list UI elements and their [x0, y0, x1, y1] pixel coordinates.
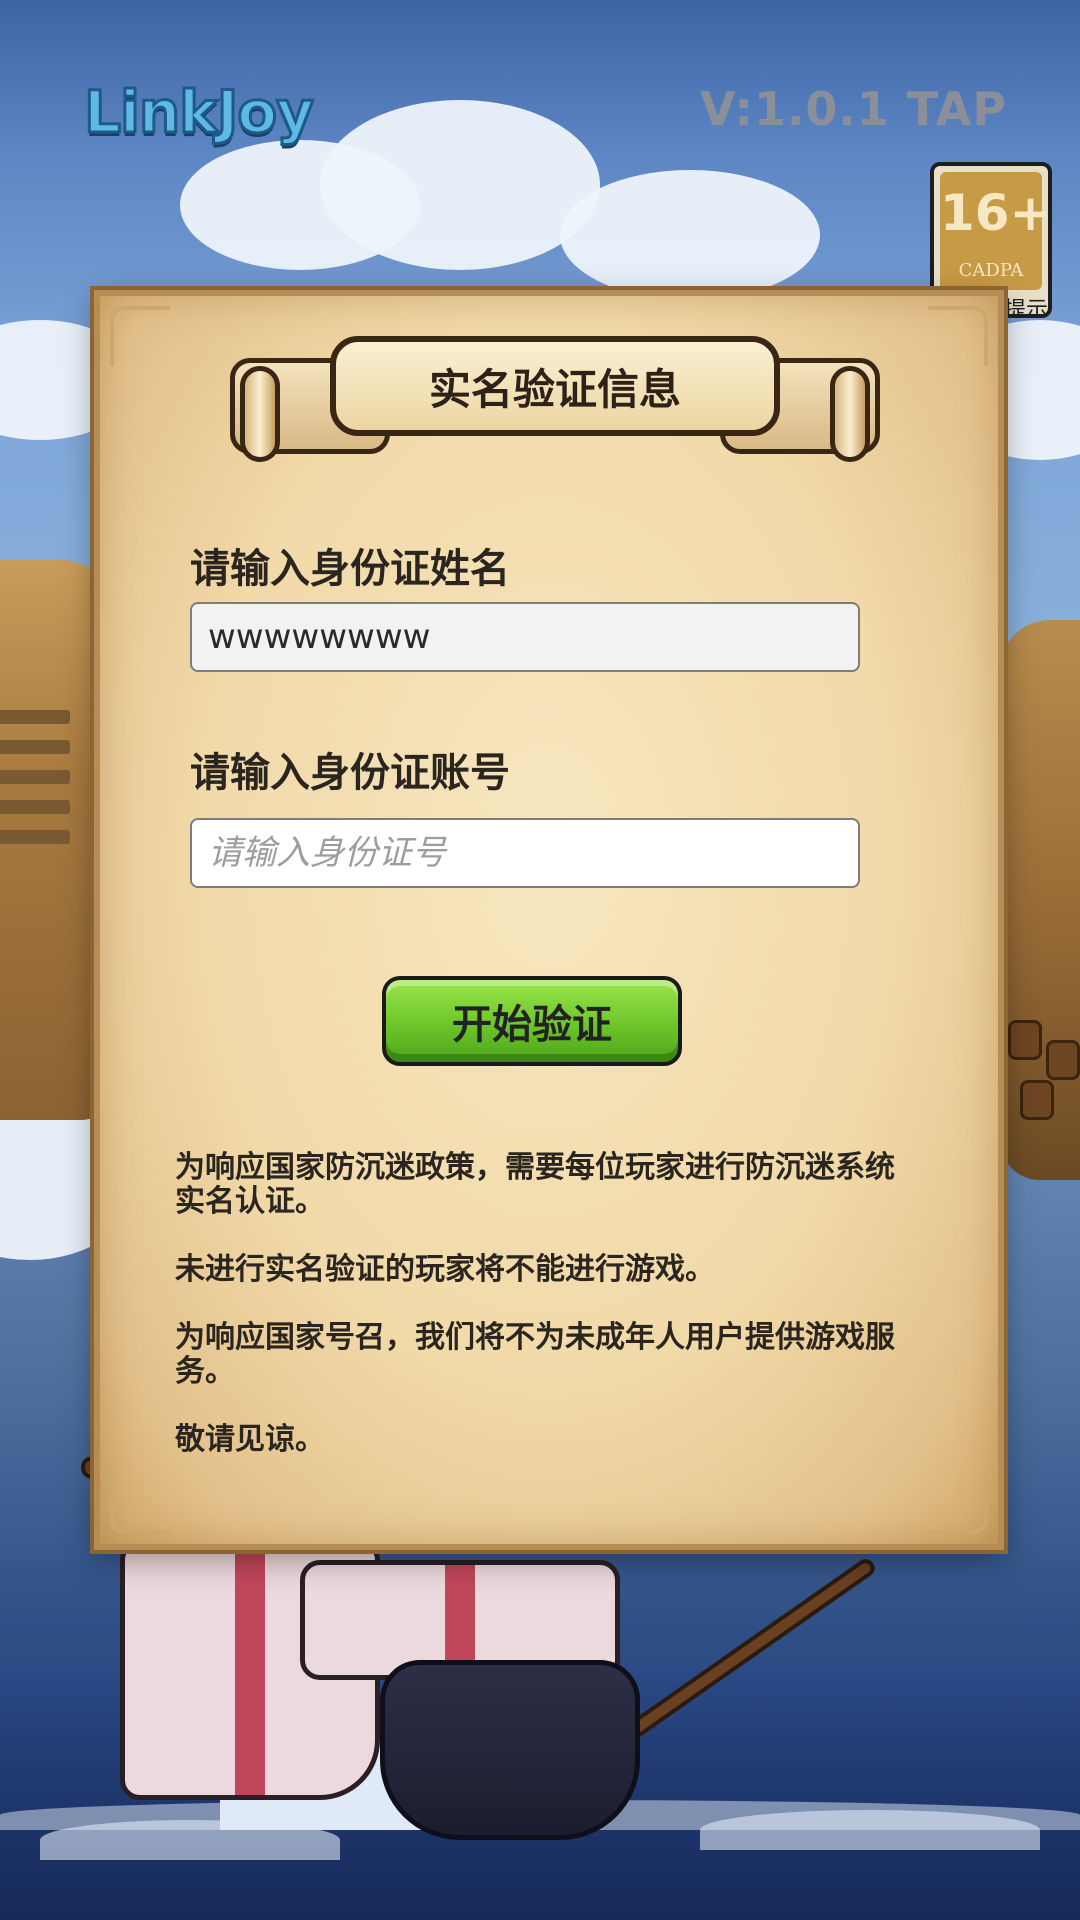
notice-paragraph: 为响应国家号召，我们将不为未成年人用户提供游戏服务。	[175, 1320, 895, 1389]
notice-paragraph: 为响应国家防沉迷政策，需要每位玩家进行防沉迷系统实名认证。	[175, 1150, 895, 1219]
notice-text: 为响应国家防沉迷政策，需要每位玩家进行防沉迷系统实名认证。 未进行实名验证的玩家…	[175, 1151, 915, 1491]
id-label: 请输入身份证账号	[190, 750, 510, 796]
age-rating-org: CADPA	[958, 260, 1024, 281]
title-scroll-banner: 实名验证信息	[230, 336, 880, 466]
background-cloud	[320, 100, 600, 270]
dock-plank	[0, 770, 70, 784]
sail-stripe	[445, 1565, 475, 1675]
start-verify-button[interactable]: 开始验证	[382, 976, 682, 1066]
right-island	[1000, 620, 1080, 1180]
barrel	[1046, 1040, 1080, 1080]
scroll-roll-right	[830, 366, 870, 462]
corner-ornament	[110, 1474, 170, 1534]
ship-hull	[380, 1660, 640, 1840]
dock-plank	[0, 830, 70, 844]
name-input[interactable]	[190, 602, 860, 672]
corner-ornament	[928, 306, 988, 366]
wave	[40, 1820, 340, 1860]
age-rating-number: 16+	[940, 184, 1052, 242]
barrel	[1008, 1020, 1042, 1060]
age-rating-tip: 提示	[1004, 298, 1049, 318]
scroll-roll-left	[240, 366, 280, 462]
dialog-title: 实名验证信息	[428, 364, 681, 414]
linkjoy-logo: LinkJoy	[83, 77, 316, 148]
version-label: V:1.0.1 TAP	[700, 82, 1008, 136]
id-number-input[interactable]	[190, 818, 860, 888]
dock-plank	[0, 800, 70, 814]
notice-paragraph: 敬请见谅。	[175, 1422, 325, 1457]
notice-paragraph: 未进行实名验证的玩家将不能进行游戏。	[175, 1252, 715, 1287]
dock-plank	[0, 710, 70, 724]
wave	[700, 1810, 1040, 1850]
background-cloud	[560, 170, 820, 300]
name-label: 请输入身份证姓名	[190, 546, 510, 592]
dock-plank	[0, 740, 70, 754]
corner-ornament	[110, 306, 170, 366]
barrel	[1020, 1080, 1054, 1120]
sail-stripe	[235, 1545, 265, 1795]
age-rating-plate: 16+ CADPA	[940, 172, 1052, 290]
game-screen: LinkJoy V:1.0.1 TAP 16+ CADPA 提示 实名验证信息 …	[0, 0, 1080, 1920]
scroll-banner-main: 实名验证信息	[330, 336, 780, 436]
corner-ornament	[928, 1474, 988, 1534]
real-name-dialog: 实名验证信息 请输入身份证姓名 请输入身份证账号 开始验证 为响应国家防沉迷政策…	[94, 290, 1004, 1550]
